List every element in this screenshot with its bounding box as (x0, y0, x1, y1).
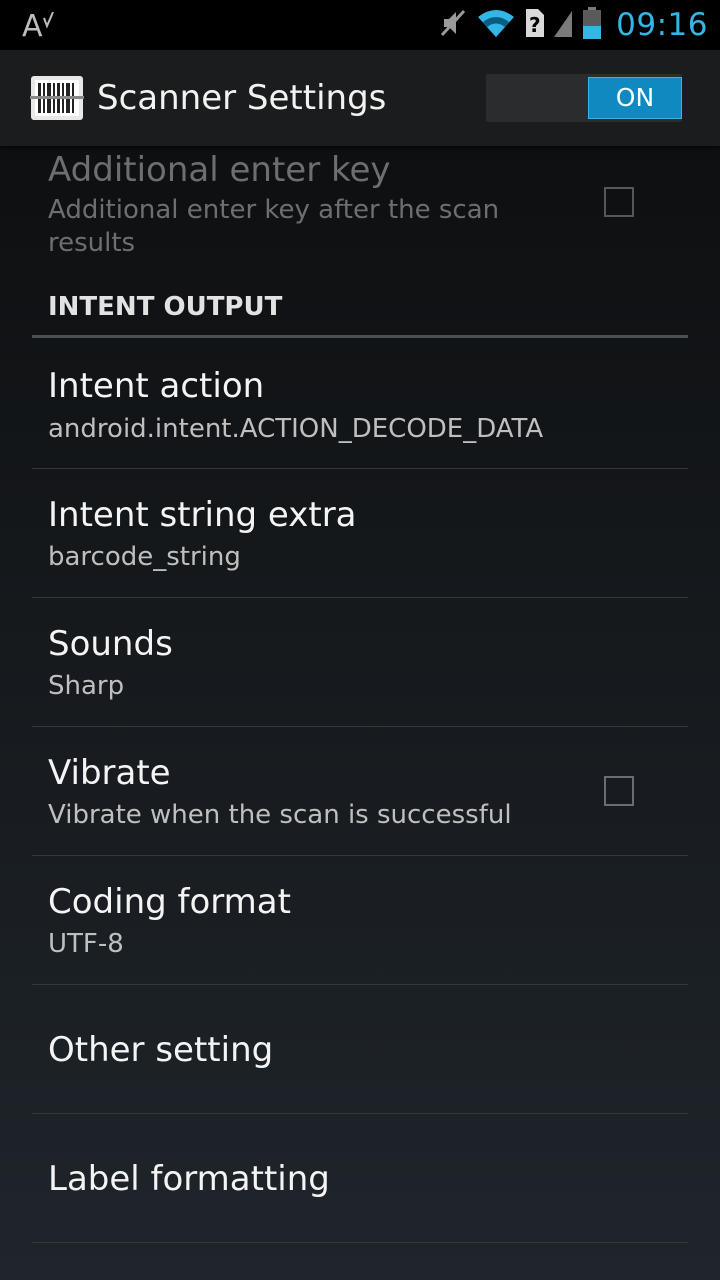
pref-title: Label formatting (48, 1159, 330, 1199)
barcode-scanner-icon[interactable] (30, 74, 84, 122)
pref-title: Additional enter key (48, 150, 391, 190)
pref-summary: Additional enter key after the scan (48, 195, 500, 225)
pref-summary: UTF-8 (48, 929, 124, 959)
clock: 09:16 (616, 7, 708, 43)
pref-title: Vibrate (48, 753, 171, 793)
pref-vibrate[interactable]: Vibrate Vibrate when the scan is success… (32, 727, 688, 855)
pref-intent-action[interactable]: Intent action android.intent.ACTION_DECO… (32, 338, 688, 468)
pref-summary-line2: results (48, 228, 136, 258)
page-title: Scanner Settings (97, 78, 387, 118)
divider (32, 1242, 688, 1243)
text-input-icon: A (22, 8, 56, 46)
mute-icon (438, 7, 468, 43)
svg-text:?: ? (529, 13, 541, 37)
pref-sounds[interactable]: Sounds Sharp (32, 598, 688, 726)
pref-intent-string-extra[interactable]: Intent string extra barcode_string (32, 469, 688, 597)
pref-other-setting[interactable]: Other setting (32, 985, 688, 1113)
no-sim-icon: ? (524, 7, 546, 43)
pref-summary: barcode_string (48, 542, 241, 572)
pref-additional-enter-key[interactable]: Additional enter key Additional enter ke… (32, 146, 688, 280)
pref-summary: Vibrate when the scan is successful (48, 800, 512, 830)
pref-title: Coding format (48, 882, 291, 922)
battery-icon (582, 6, 602, 44)
status-bar: A ? 09:16 (0, 0, 720, 50)
wifi-icon (476, 7, 516, 43)
pref-title: Sounds (48, 624, 173, 664)
pref-summary: Sharp (48, 671, 125, 701)
signal-icon (554, 7, 574, 43)
pref-coding-format[interactable]: Coding format UTF-8 (32, 856, 688, 984)
action-bar: Scanner Settings ON (0, 50, 720, 146)
pref-title: Other setting (48, 1030, 274, 1070)
pref-summary: android.intent.ACTION_DECODE_DATA (48, 414, 544, 444)
additional-enter-checkbox[interactable] (604, 187, 634, 217)
pref-label-formatting[interactable]: Label formatting (32, 1114, 688, 1242)
svg-text:A: A (22, 9, 43, 42)
category-header: INTENT OUTPUT (48, 292, 283, 322)
toggle-on-label: ON (588, 77, 682, 119)
scanner-toggle[interactable]: ON (486, 74, 682, 122)
pref-title: Intent action (48, 366, 265, 406)
pref-title: Intent string extra (48, 495, 357, 535)
vibrate-checkbox[interactable] (604, 776, 634, 806)
